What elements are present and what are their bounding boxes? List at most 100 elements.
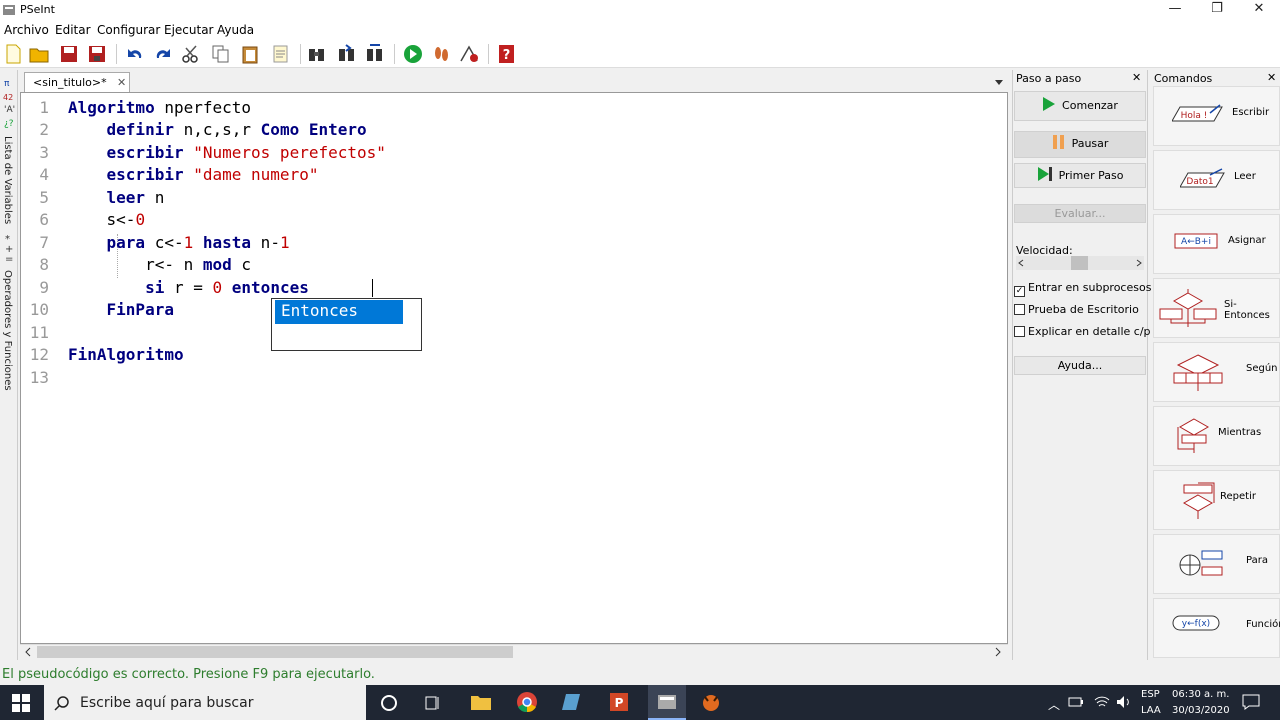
chrome-icon[interactable] xyxy=(516,691,538,713)
toolbar: ? xyxy=(0,40,1280,68)
command-repetir[interactable]: Repetir xyxy=(1153,470,1280,530)
step-icon[interactable] xyxy=(430,43,452,65)
redo-icon[interactable] xyxy=(152,43,174,65)
command-escribir[interactable]: Hola ! Escribir xyxy=(1153,86,1280,146)
tray-show-hidden-icon[interactable]: ︿ xyxy=(1048,696,1060,713)
code-line: FinPara xyxy=(106,300,174,319)
notes-app-icon[interactable] xyxy=(562,692,584,712)
menu-ayuda[interactable]: Ayuda xyxy=(217,23,254,37)
variables-list-tab[interactable]: Lista de Variables xyxy=(2,136,13,224)
command-asignar[interactable]: A←B+i Asignar xyxy=(1153,214,1280,274)
code-line: si r = 0 entonces xyxy=(145,278,309,297)
desk-check-checkbox[interactable]: Prueba de Escritorio xyxy=(1014,303,1139,316)
first-step-button[interactable]: Primer Paso xyxy=(1014,163,1146,188)
code-editor[interactable]: 1 2 3 4 5 6 7 8 9 10 11 12 13 Algoritmo … xyxy=(20,92,1008,644)
enter-subprocesses-checkbox[interactable]: ✓ Entrar en subprocesos xyxy=(1014,281,1151,297)
notifications-icon[interactable] xyxy=(1242,694,1260,710)
find-next-icon[interactable] xyxy=(336,43,358,65)
powerpoint-icon[interactable]: P xyxy=(608,691,630,713)
debug-icon[interactable] xyxy=(458,43,480,65)
menu-ejecutar[interactable]: Ejecutar xyxy=(164,23,214,37)
find-icon[interactable] xyxy=(306,43,328,65)
start-label: Comenzar xyxy=(1062,99,1118,112)
checkbox-label: Entrar en subprocesos xyxy=(1028,281,1152,294)
scroll-left-icon[interactable] xyxy=(24,647,32,657)
clock-time[interactable]: 06:30 a. m. xyxy=(1172,689,1229,700)
battery-icon[interactable] xyxy=(1068,696,1084,708)
game-app-icon[interactable] xyxy=(700,691,722,713)
line-number: 13 xyxy=(29,368,49,387)
menu-configurar[interactable]: Configurar xyxy=(97,23,160,37)
close-button[interactable]: ✕ xyxy=(1238,0,1280,20)
help-icon[interactable]: ? xyxy=(496,43,518,65)
slider-left-icon[interactable] xyxy=(1018,259,1024,267)
editor-tab[interactable]: <sin_titulo>* ✕ xyxy=(24,72,130,92)
menu-archivo[interactable]: Archivo xyxy=(4,23,49,37)
step-panel-close-icon[interactable]: ✕ xyxy=(1132,71,1141,84)
search-placeholder: Escribe aquí para buscar xyxy=(80,695,254,711)
line-number: 1 xyxy=(39,98,49,117)
slider-right-icon[interactable] xyxy=(1136,259,1142,267)
maximize-button[interactable]: ❐ xyxy=(1196,0,1238,20)
input-language[interactable]: ESP xyxy=(1141,689,1160,700)
tab-list-dropdown-icon[interactable] xyxy=(994,78,1004,86)
command-si-entonces[interactable]: Si-Entonces xyxy=(1153,278,1280,338)
wifi-icon[interactable] xyxy=(1094,695,1110,709)
code-line: escribir "dame numero" xyxy=(106,165,319,184)
switch-symbol-icon xyxy=(1173,354,1223,391)
svg-text:Hola !: Hola ! xyxy=(1181,111,1208,121)
minimize-button[interactable]: — xyxy=(1154,0,1196,20)
step-panel-title: Paso a paso xyxy=(1016,72,1082,85)
line-number: 11 xyxy=(29,323,49,342)
line-number: 5 xyxy=(39,188,49,207)
copy-icon[interactable] xyxy=(210,43,232,65)
command-segun[interactable]: Según xyxy=(1153,342,1280,402)
command-mientras[interactable]: Mientras xyxy=(1153,406,1280,466)
open-folder-icon[interactable] xyxy=(28,43,50,65)
task-view-icon[interactable] xyxy=(424,694,442,712)
save-icon[interactable] xyxy=(58,43,80,65)
line-number: 9 xyxy=(39,278,49,297)
pause-button[interactable]: Pausar xyxy=(1014,131,1146,158)
windows-start-icon[interactable] xyxy=(12,694,30,712)
scrollbar-thumb[interactable] xyxy=(37,646,513,658)
help-button[interactable]: Ayuda... xyxy=(1014,356,1146,375)
evaluate-button[interactable]: Evaluar... xyxy=(1014,204,1146,223)
edit-icon[interactable] xyxy=(270,43,292,65)
line-number: 10 xyxy=(29,300,49,319)
clock-date[interactable]: 30/03/2020 xyxy=(1172,705,1230,716)
operators-functions-tab[interactable]: Operadores y Funciones xyxy=(2,270,13,391)
run-icon[interactable] xyxy=(402,43,424,65)
cut-icon[interactable] xyxy=(180,43,202,65)
assign-symbol-icon: A←B+i xyxy=(1174,233,1218,249)
command-funcion[interactable]: y←f(x) Función xyxy=(1153,598,1280,658)
autocomplete-option[interactable]: Entonces xyxy=(275,300,403,324)
paste-icon[interactable] xyxy=(240,43,262,65)
commands-close-icon[interactable]: ✕ xyxy=(1267,71,1276,84)
variables-icon: π 42 'A' ¿? xyxy=(3,79,15,129)
volume-icon[interactable] xyxy=(1116,695,1132,709)
command-leer[interactable]: Dato1 Leer xyxy=(1153,150,1280,210)
step-forward-icon xyxy=(1037,167,1052,181)
svg-text:π: π xyxy=(4,79,10,89)
code-line: s<-0 xyxy=(68,210,146,229)
keyboard-layout[interactable]: LAA xyxy=(1141,705,1161,716)
start-button[interactable]: Comenzar xyxy=(1014,91,1146,121)
undo-icon[interactable] xyxy=(124,43,146,65)
new-file-icon[interactable] xyxy=(2,43,24,65)
speed-slider-thumb[interactable] xyxy=(1071,256,1088,270)
explain-detail-checkbox[interactable]: Explicar en detalle c/paso xyxy=(1014,325,1170,338)
code-line: definir n,c,s,r Como Entero xyxy=(106,120,367,139)
code-line: r<- n mod c xyxy=(68,255,252,274)
command-para[interactable]: Para xyxy=(1153,534,1280,594)
play-icon xyxy=(1043,97,1056,111)
save-as-icon[interactable] xyxy=(86,43,108,65)
title-bar xyxy=(0,0,1280,20)
cortana-icon[interactable] xyxy=(380,694,398,712)
scroll-right-icon[interactable] xyxy=(994,647,1002,657)
replace-icon[interactable] xyxy=(364,43,386,65)
file-explorer-icon[interactable] xyxy=(470,692,492,712)
tab-close-icon[interactable]: ✕ xyxy=(117,76,126,89)
menu-editar[interactable]: Editar xyxy=(55,23,91,37)
svg-text:P: P xyxy=(615,696,624,710)
